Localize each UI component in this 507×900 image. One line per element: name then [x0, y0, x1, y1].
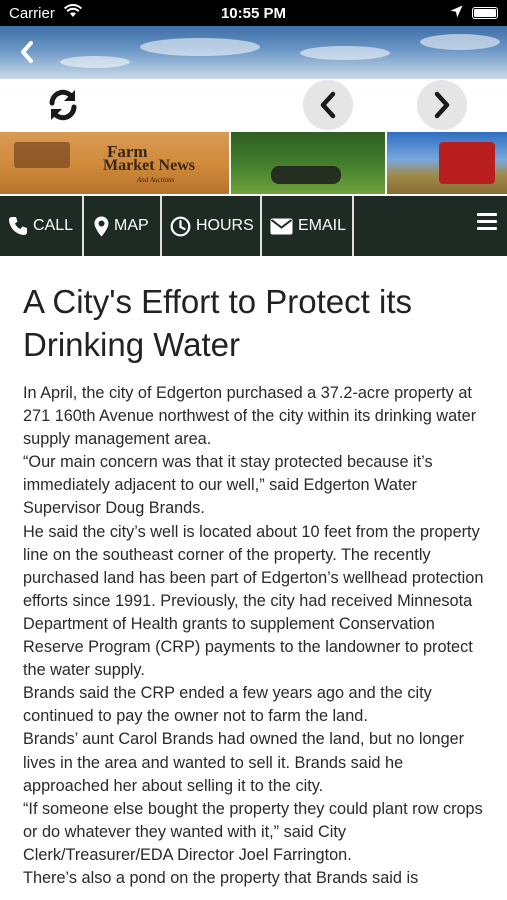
call-button[interactable]: CALL — [8, 196, 82, 256]
map-label: MAP — [114, 217, 149, 234]
article-paragraph: “If someone else bought the property the… — [23, 799, 483, 864]
nav-divider — [160, 196, 162, 256]
article-paragraph: He said the city’s well is located about… — [23, 522, 484, 680]
banner-images: Farm Market News And Auctions — [0, 132, 507, 194]
combine-image — [14, 142, 70, 168]
hours-button[interactable]: HOURS — [170, 196, 258, 256]
refresh-button[interactable] — [38, 80, 88, 130]
location-arrow-icon — [450, 5, 463, 22]
wheat-field-image: Farm Market News And Auctions — [0, 132, 229, 194]
map-pin-icon — [94, 216, 109, 237]
email-button[interactable]: EMAIL — [270, 196, 352, 256]
nav-divider — [82, 196, 84, 256]
clock-icon — [170, 216, 191, 237]
back-button[interactable] — [18, 40, 46, 68]
tractor-image — [387, 132, 507, 194]
action-navbar: CALL MAP HOURS EMAIL — [0, 196, 507, 256]
status-bar: Carrier 10:55 PM — [0, 0, 507, 26]
envelope-icon — [270, 218, 293, 235]
nav-divider — [352, 196, 354, 256]
next-button[interactable] — [417, 80, 467, 130]
farm-market-news-logo: Farm Market News And Auctions — [103, 142, 195, 184]
phone-icon — [8, 216, 28, 236]
header-sky-image — [0, 26, 507, 79]
nav-divider — [260, 196, 262, 256]
refresh-icon — [49, 89, 77, 121]
article-paragraph: Brands said the CRP ended a few years ag… — [23, 684, 432, 726]
article-paragraph: In April, the city of Edgerton purchased… — [23, 384, 477, 449]
battery-icon — [472, 7, 498, 19]
previous-button[interactable] — [303, 80, 353, 130]
map-button[interactable]: MAP — [94, 196, 158, 256]
article-body: In April, the city of Edgerton purchased… — [23, 382, 485, 890]
article-title: A City's Effort to Protect its Drinking … — [23, 283, 412, 363]
email-label: EMAIL — [298, 217, 347, 234]
menu-button[interactable] — [477, 213, 497, 231]
call-label: CALL — [33, 217, 74, 234]
cows-pasture-image — [231, 132, 385, 194]
article: A City's Effort to Protect its Drinking … — [23, 280, 485, 890]
chevron-right-icon — [434, 91, 450, 119]
chevron-left-icon — [320, 91, 336, 119]
article-paragraph: “Our main concern was that it stay prote… — [23, 453, 433, 518]
clock: 10:55 PM — [220, 5, 287, 22]
hours-label: HOURS — [196, 217, 254, 234]
article-paragraph: There’s also a pond on the property that… — [23, 868, 419, 887]
article-paragraph: Brands’ aunt Carol Brands had owned the … — [23, 730, 465, 795]
